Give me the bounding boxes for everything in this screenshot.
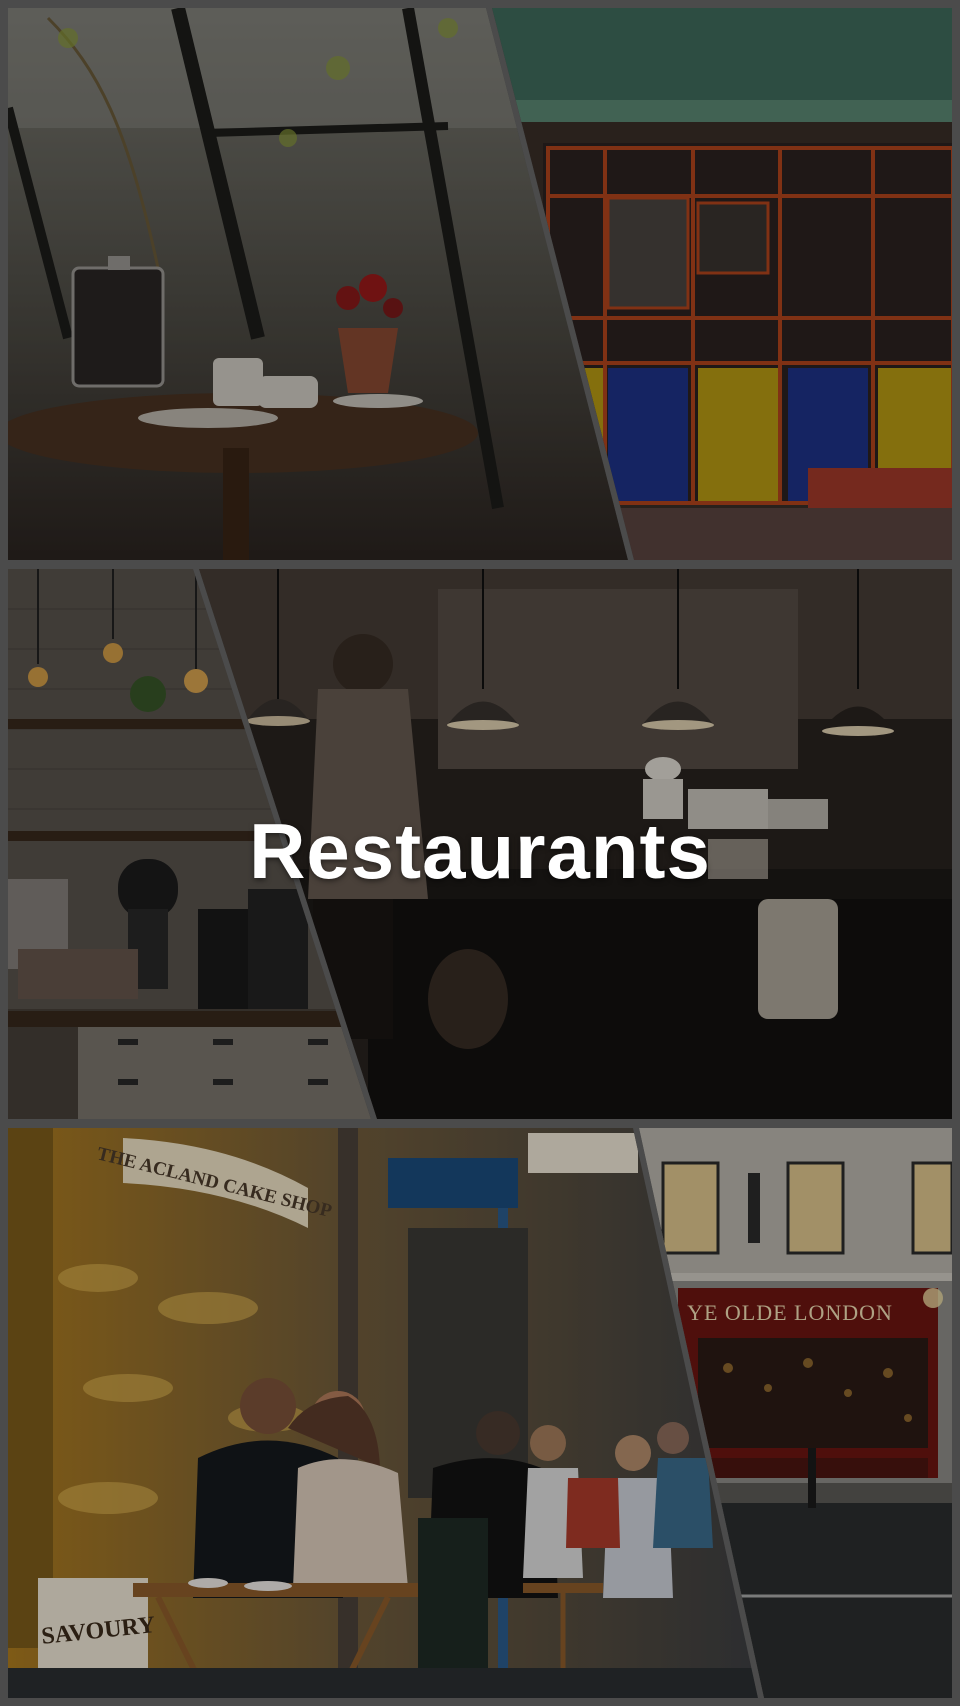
restaurant-collage: THE ACLAND CAKE SHOP SAVOURY YE OLDE LON… bbox=[0, 0, 960, 1706]
row-3-graphic: THE ACLAND CAKE SHOP SAVOURY YE OLDE LON… bbox=[8, 1128, 952, 1698]
collage-row-1 bbox=[8, 8, 952, 560]
collage-row-3: THE ACLAND CAKE SHOP SAVOURY YE OLDE LON… bbox=[8, 1128, 952, 1698]
page-title: Restaurants bbox=[249, 807, 711, 895]
row-1-graphic bbox=[8, 8, 952, 560]
